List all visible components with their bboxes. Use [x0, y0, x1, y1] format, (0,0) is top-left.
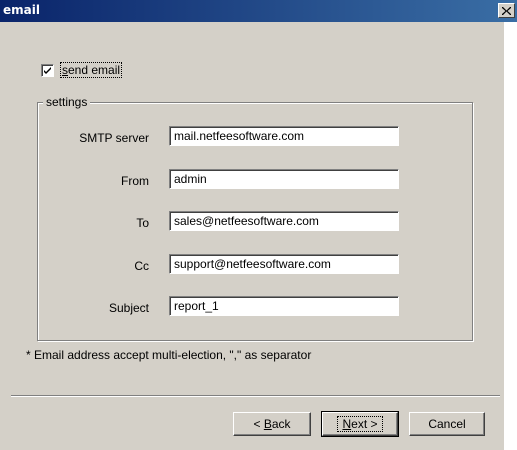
check-icon — [44, 66, 51, 74]
to-input[interactable]: sales@netfeesoftware.com — [169, 211, 399, 231]
close-icon — [502, 6, 511, 15]
subject-label: Subject — [108, 301, 149, 315]
button-divider — [11, 395, 500, 397]
subject-input[interactable]: report_1 — [169, 296, 399, 316]
window-title: email — [3, 3, 40, 17]
to-label: To — [136, 216, 149, 230]
cc-input[interactable]: support@netfeesoftware.com — [169, 254, 399, 274]
smtp-server-label: SMTP server — [79, 131, 149, 145]
cc-label: Cc — [134, 259, 149, 273]
send-email-option[interactable]: send email — [41, 62, 123, 78]
title-bar[interactable]: email — [0, 0, 517, 22]
send-email-checkbox[interactable] — [41, 63, 54, 77]
from-label: From — [121, 174, 149, 188]
next-button[interactable]: Next > — [321, 411, 399, 437]
smtp-server-input[interactable]: mail.netfeesoftware.com — [169, 126, 399, 146]
dialog-body: send email settings SMTP server mail.net… — [0, 22, 504, 450]
close-button[interactable] — [498, 3, 515, 18]
cancel-button-label: Cancel — [428, 417, 466, 431]
cancel-button[interactable]: Cancel — [409, 412, 485, 436]
back-button[interactable]: < Back — [233, 412, 311, 436]
next-button-label: Next > — [337, 416, 383, 432]
email-separator-note: * Email address accept multi-election, "… — [26, 348, 312, 362]
from-input[interactable]: admin — [169, 169, 399, 189]
back-button-label: < Back — [253, 417, 291, 431]
email-dialog: email send email settings SMTP server ma… — [0, 0, 517, 450]
settings-group-title: settings — [43, 95, 91, 109]
send-email-label[interactable]: send email — [60, 62, 123, 78]
